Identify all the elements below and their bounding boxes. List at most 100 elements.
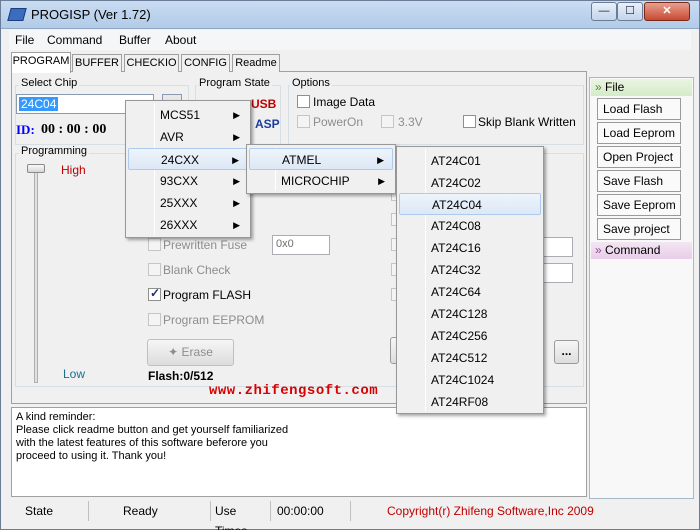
menu-item-chip[interactable]: AT24C02: [399, 172, 541, 194]
id-value: 00 : 00 : 00: [41, 122, 107, 137]
menu-item-microchip[interactable]: MICROCHIP ▶: [249, 170, 393, 192]
reminder-line: Please click readme button and get yours…: [16, 424, 289, 436]
prewritten-fuse-checkbox[interactable]: [148, 238, 161, 251]
program-state-label: Program State: [197, 77, 272, 89]
menu-item-label: ATMEL: [282, 153, 322, 167]
chip-select-value: 24C04: [19, 97, 59, 111]
side-panel: » File Load Flash Load Eeprom Open Proje…: [589, 77, 694, 499]
menu-item-label: AT24C04: [432, 198, 482, 212]
blank-check-checkbox[interactable]: [148, 263, 161, 276]
menu-bar: File Command Buffer About: [9, 30, 691, 50]
save-flash-button[interactable]: Save Flash: [597, 170, 681, 192]
tab-buffer[interactable]: BUFFER: [72, 54, 122, 72]
blank-check-label: Blank Check: [163, 263, 231, 277]
submenu-arrow-icon: ▶: [232, 155, 239, 165]
tab-readme[interactable]: Readme: [232, 54, 280, 72]
side-file-header[interactable]: » File: [591, 79, 692, 96]
close-button[interactable]: ✕: [644, 2, 690, 21]
submenu-arrow-icon: ▶: [233, 132, 240, 142]
menu-item-label: 26XXX: [160, 218, 198, 232]
submenu-arrow-icon: ▶: [233, 198, 240, 208]
menu-item-26xxx[interactable]: 26XXX ▶: [128, 214, 248, 236]
menu-item-24cxx[interactable]: 24CXX ▶: [128, 148, 248, 170]
reminder-textbox[interactable]: A kind reminder: Please click readme but…: [11, 407, 587, 497]
more-button[interactable]: ...: [554, 340, 579, 364]
submenu-arrow-icon: ▶: [377, 155, 384, 165]
menu-item-mcs51[interactable]: MCS51 ▶: [128, 104, 248, 126]
right-field-1[interactable]: [541, 237, 573, 257]
usb-logo-text: USB: [251, 97, 277, 111]
submenu-arrow-icon: ▶: [233, 176, 240, 186]
menu-item-93cxx[interactable]: 93CXX ▶: [128, 170, 248, 192]
menu-item-label: AT24C256: [431, 329, 488, 343]
power-on-checkbox[interactable]: [297, 115, 310, 128]
menu-item-chip[interactable]: AT24C128: [399, 303, 541, 325]
maximize-button[interactable]: ☐: [617, 2, 643, 21]
right-field-2[interactable]: [541, 263, 573, 283]
side-command-header[interactable]: » Command: [591, 242, 692, 259]
double-chevron-icon: »: [595, 243, 606, 257]
skip-blank-checkbox[interactable]: [463, 115, 476, 128]
menu-item-chip[interactable]: AT24C1024: [399, 369, 541, 391]
save-eeprom-button[interactable]: Save Eeprom: [597, 194, 681, 216]
status-use-times-label: Use Times: [211, 501, 271, 530]
family-menu: MCS51 ▶ AVR ▶ 24CXX ▶ 93CXX ▶ 25XXX ▶ 26XXX ▶: [125, 100, 251, 238]
voltage-checkbox[interactable]: [381, 115, 394, 128]
load-flash-button[interactable]: Load Flash: [597, 98, 681, 120]
menu-item-label: AT24C01: [431, 154, 481, 168]
voltage-label: 3.3V: [398, 115, 423, 129]
menu-item-label: 93CXX: [160, 174, 199, 188]
chip-menu: AT24C01 AT24C02 AT24C04 AT24C08 AT24C16 …: [396, 146, 544, 414]
menu-about[interactable]: About: [165, 33, 196, 47]
status-state-label: State: [9, 501, 89, 521]
main-window: PROGISP (Ver 1.72) — ☐ ✕ File Command Bu…: [0, 0, 700, 530]
program-flash-label: Program FLASH: [163, 288, 252, 302]
reminder-line: with the latest features of this softwar…: [16, 437, 268, 449]
load-eeprom-button[interactable]: Load Eeprom: [597, 122, 681, 144]
prewritten-fuse-label: Prewritten Fuse: [163, 238, 248, 252]
menu-item-25xxx[interactable]: 25XXX ▶: [128, 192, 248, 214]
menu-item-chip[interactable]: AT24C32: [399, 259, 541, 281]
save-project-button[interactable]: Save project: [597, 218, 681, 240]
menu-item-atmel[interactable]: ATMEL ▶: [249, 148, 393, 170]
image-data-checkbox[interactable]: [297, 95, 310, 108]
slider-high-label: High: [61, 163, 86, 177]
speed-slider-thumb[interactable]: [27, 164, 45, 173]
menu-file[interactable]: File: [15, 33, 34, 47]
open-project-button[interactable]: Open Project: [597, 146, 681, 168]
prewritten-fuse-value[interactable]: 0x0: [272, 235, 330, 255]
program-flash-checkbox[interactable]: [148, 286, 161, 301]
menu-item-chip[interactable]: AT24C08: [399, 215, 541, 237]
menu-item-label: AVR: [160, 130, 184, 144]
title-bar[interactable]: PROGISP (Ver 1.72) — ☐ ✕: [1, 1, 699, 29]
vendor-menu: ATMEL ▶ MICROCHIP ▶: [246, 144, 396, 194]
menu-item-label: AT24RF08: [431, 395, 489, 409]
tab-config[interactable]: CONFIG: [181, 54, 230, 72]
erase-button[interactable]: ✦ Erase: [147, 339, 234, 366]
menu-item-chip[interactable]: AT24C512: [399, 347, 541, 369]
minimize-button[interactable]: —: [591, 2, 617, 21]
program-eeprom-checkbox[interactable]: [148, 313, 161, 326]
menu-item-chip[interactable]: AT24RF08: [399, 391, 541, 413]
skip-blank-label: Skip Blank Written: [478, 115, 576, 129]
menu-buffer[interactable]: Buffer: [119, 33, 151, 47]
menu-item-label: MCS51: [160, 108, 201, 122]
menu-command[interactable]: Command: [47, 33, 102, 47]
tab-checkio[interactable]: CHECKIO: [124, 54, 179, 72]
menu-item-chip[interactable]: AT24C16: [399, 237, 541, 259]
asp-logo-text: ASP: [255, 117, 280, 131]
programming-label: Programming: [19, 145, 90, 157]
side-command-header-label: Command: [605, 243, 661, 257]
submenu-arrow-icon: ▶: [233, 110, 240, 120]
menu-item-chip[interactable]: AT24C64: [399, 281, 541, 303]
menu-item-chip[interactable]: AT24C256: [399, 325, 541, 347]
power-on-label: PowerOn: [313, 115, 364, 129]
menu-item-chip-selected[interactable]: AT24C04: [399, 193, 541, 215]
menu-item-avr[interactable]: AVR ▶: [128, 126, 248, 148]
status-copyright: Copyright(r) Zhifeng Software,Inc 2009: [387, 504, 594, 518]
select-chip-label: Select Chip: [19, 77, 80, 89]
menu-item-chip[interactable]: AT24C01: [399, 150, 541, 172]
menu-item-label: AT24C32: [431, 263, 481, 277]
tab-program[interactable]: PROGRAM: [11, 52, 71, 73]
speed-slider-track[interactable]: [34, 169, 38, 383]
